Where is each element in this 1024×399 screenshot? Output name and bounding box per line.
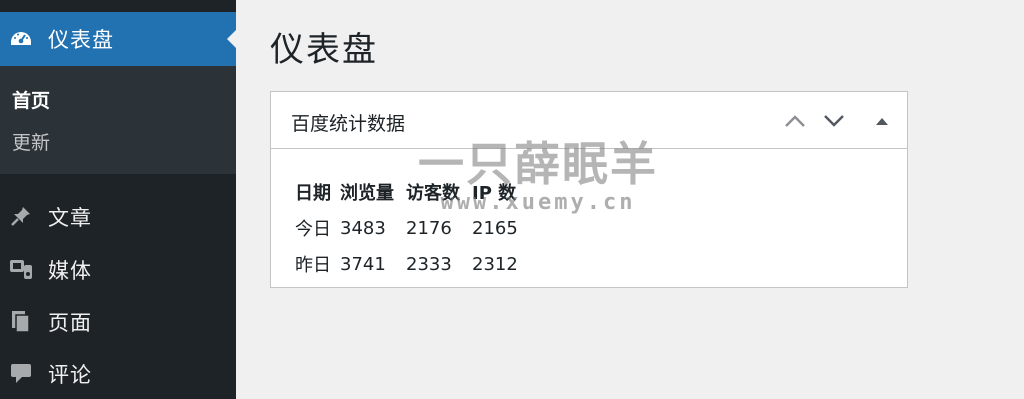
chevron-up-icon xyxy=(785,115,805,127)
caret-up-icon xyxy=(876,118,888,125)
widget-header: 百度统计数据 xyxy=(271,92,907,149)
sidebar-item-media[interactable]: 媒体 xyxy=(0,243,236,295)
sidebar-item-label: 评论 xyxy=(48,363,92,387)
admin-sidebar: 仪表盘 首页 更新 文章 媒体 页面 评论 xyxy=(0,0,236,399)
row-date: 昨日 xyxy=(295,255,331,276)
current-menu-arrow xyxy=(227,30,236,48)
table-row: 今日 3483 2176 2165 xyxy=(295,210,532,246)
sidebar-item-label: 仪表盘 xyxy=(48,28,114,52)
sidebar-item-comments[interactable]: 评论 xyxy=(0,347,236,399)
row-visitors: 2333 xyxy=(406,253,452,275)
row-pageviews: 3741 xyxy=(340,253,386,275)
dashboard-icon xyxy=(8,26,34,52)
pages-icon xyxy=(8,308,34,334)
widget-title: 百度统计数据 xyxy=(291,113,406,135)
row-date: 今日 xyxy=(295,219,331,240)
media-icon xyxy=(8,256,34,282)
header-visitors: 访客数 xyxy=(406,183,460,204)
sidebar-item-dashboard[interactable]: 仪表盘 xyxy=(0,12,236,66)
sidebar-item-label: 页面 xyxy=(48,311,92,335)
submenu-item-updates[interactable]: 更新 xyxy=(12,128,50,155)
header-ip: IP 数 xyxy=(472,183,517,204)
row-pageviews: 3483 xyxy=(340,217,386,239)
baidu-stats-widget: 百度统计数据 日期 浏览量 访客数 IP 数 今日 3483 2176 2165… xyxy=(270,91,908,288)
sidebar-item-posts[interactable]: 文章 xyxy=(0,190,236,242)
table-header: 日期 浏览量 访客数 IP 数 xyxy=(295,174,532,210)
sidebar-item-label: 文章 xyxy=(48,206,92,230)
table-row: 昨日 3741 2333 2312 xyxy=(295,246,532,282)
page-title: 仪表盘 xyxy=(270,30,378,70)
sidebar-top-strip xyxy=(0,0,236,12)
chevron-down-icon xyxy=(824,115,844,127)
header-pageviews: 浏览量 xyxy=(340,183,394,204)
comment-icon xyxy=(8,360,34,386)
pushpin-icon xyxy=(8,203,34,229)
toggle-panel-button[interactable] xyxy=(870,109,894,133)
sidebar-item-pages[interactable]: 页面 xyxy=(0,295,236,347)
stats-table: 日期 浏览量 访客数 IP 数 今日 3483 2176 2165 昨日 374… xyxy=(295,174,532,282)
move-down-button[interactable] xyxy=(822,109,846,133)
dashboard-submenu: 首页 更新 xyxy=(0,66,236,174)
move-up-button[interactable] xyxy=(783,109,807,133)
header-date: 日期 xyxy=(295,183,331,204)
row-ip: 2165 xyxy=(472,217,518,239)
sidebar-item-label: 媒体 xyxy=(48,259,92,283)
row-ip: 2312 xyxy=(472,253,518,275)
row-visitors: 2176 xyxy=(406,217,452,239)
submenu-item-home[interactable]: 首页 xyxy=(12,86,50,113)
